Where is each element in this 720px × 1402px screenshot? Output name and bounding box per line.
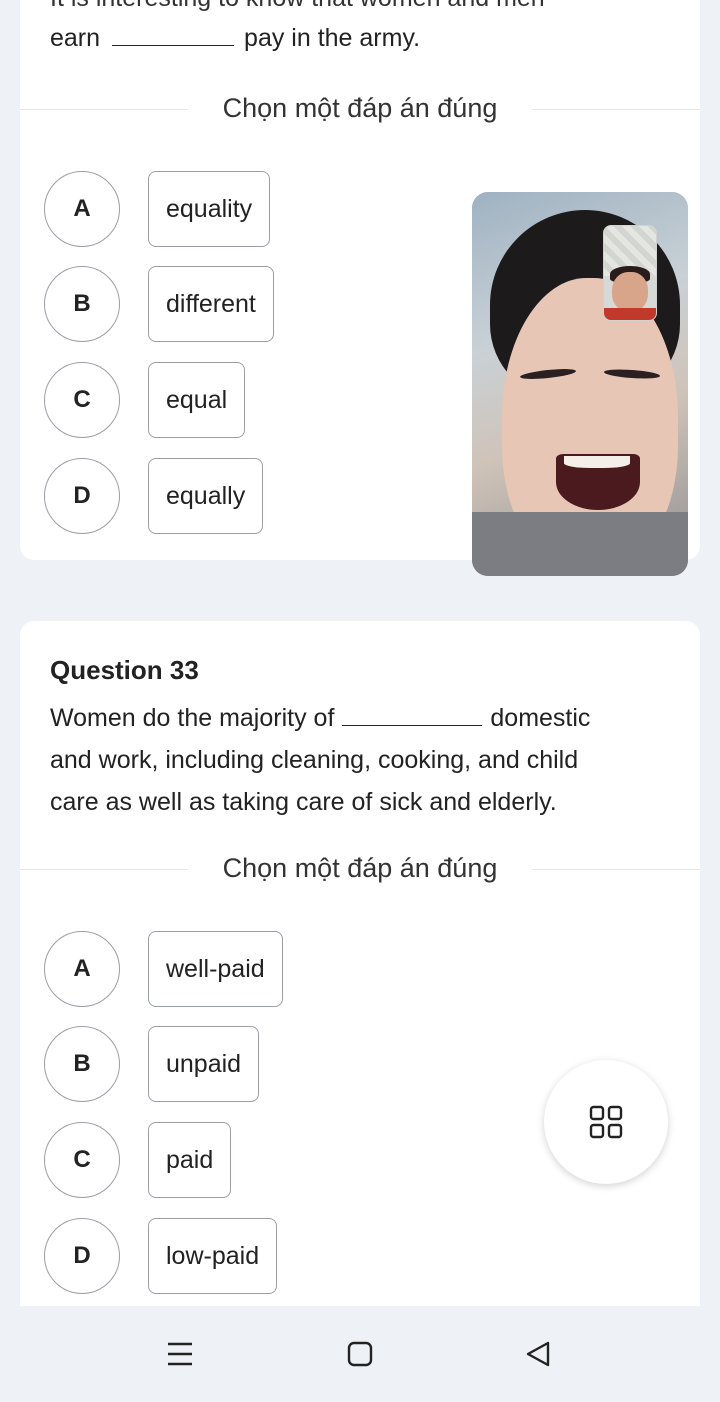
option-c-letter[interactable]: C: [44, 1122, 120, 1198]
grid-icon: [589, 1105, 623, 1139]
option-c-answer[interactable]: equal: [148, 362, 246, 438]
answer-blank: [342, 707, 483, 726]
option-d-answer[interactable]: equally: [148, 458, 264, 534]
option-a-letter[interactable]: A: [44, 171, 120, 247]
option-a-answer[interactable]: well-paid: [148, 931, 283, 1007]
navigation-bar: [0, 1306, 720, 1402]
question-32-cut-line: It is interesting to know that women and…: [50, 0, 545, 13]
self-view-thumbnail[interactable]: [603, 225, 657, 321]
option-c-letter[interactable]: C: [44, 362, 120, 438]
option-b-letter[interactable]: B: [44, 266, 120, 342]
question-grid-button[interactable]: [544, 1060, 668, 1184]
question-line-2: and work, including cleaning, cooking, a…: [50, 746, 579, 774]
option-b-letter[interactable]: B: [44, 1026, 120, 1102]
option-c-answer[interactable]: paid: [148, 1122, 232, 1198]
question-line-3: care as well as taking care of sick and …: [50, 788, 557, 816]
option-d-letter[interactable]: D: [44, 1218, 120, 1294]
caller-shoulder: [472, 512, 688, 576]
choose-answer-divider: Chọn một đáp án đúng: [20, 851, 700, 887]
option-a-answer[interactable]: equality: [148, 171, 271, 247]
home-icon[interactable]: [340, 1334, 380, 1374]
video-call-window[interactable]: [472, 192, 688, 576]
option-d-letter[interactable]: D: [44, 458, 120, 534]
option-b-answer[interactable]: different: [148, 266, 274, 342]
option-a-letter[interactable]: A: [44, 931, 120, 1007]
question-33-text: Women do the majority of domestic and wor…: [50, 697, 670, 823]
question-title: Question 33: [50, 655, 199, 685]
caller-teeth: [564, 456, 630, 468]
answer-blank: [112, 27, 235, 46]
question-33-card: Question 33 Women do the majority of dome…: [20, 621, 700, 1306]
divider-line-right: [532, 109, 700, 110]
question-32-after-blank: pay in the army.: [244, 24, 421, 52]
question-32-before-blank: earn: [50, 24, 101, 52]
back-icon[interactable]: [518, 1334, 558, 1374]
self-view-face: [612, 272, 648, 312]
question-line-1: Women do the majority of domestic: [50, 697, 670, 739]
divider-line-right: [532, 869, 700, 870]
option-d-answer[interactable]: low-paid: [148, 1218, 278, 1294]
option-b-answer[interactable]: unpaid: [148, 1026, 260, 1102]
choose-answer-divider: Chọn một đáp án đúng: [20, 91, 700, 127]
question-32-text: earn pay in the army.: [50, 24, 420, 53]
menu-icon[interactable]: [160, 1334, 200, 1374]
self-view-shirt: [604, 308, 656, 320]
question-33-before-blank: Women do the majority of: [50, 704, 335, 732]
question-33-after-blank: domestic: [490, 704, 591, 732]
